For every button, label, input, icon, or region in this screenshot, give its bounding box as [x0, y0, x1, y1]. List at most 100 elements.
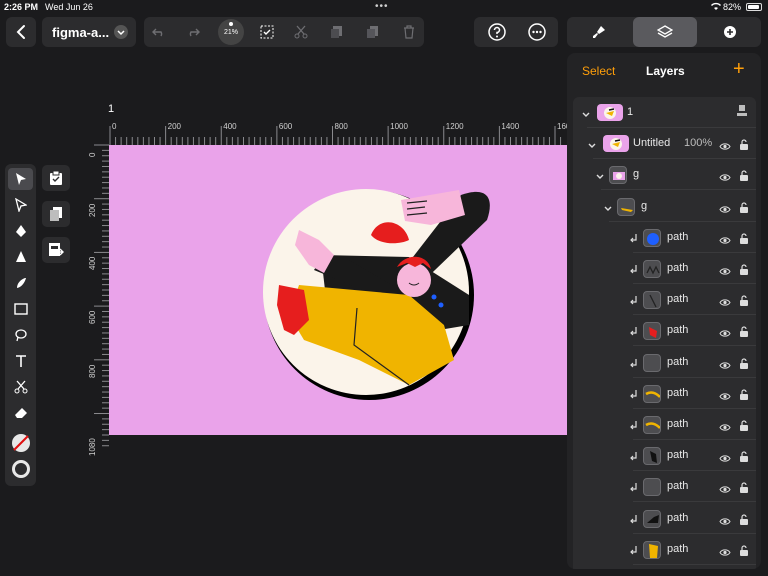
ruler-label: 400	[88, 257, 97, 271]
tool-rectangle[interactable]	[8, 298, 33, 320]
layer-row-path[interactable]: path	[573, 503, 756, 534]
layer-row-path[interactable]: path	[573, 378, 756, 409]
layer-row-group[interactable]: g	[573, 191, 756, 222]
eye-icon[interactable]	[719, 201, 731, 219]
tool-eraser[interactable]	[8, 402, 33, 424]
eye-icon[interactable]	[719, 388, 731, 406]
ruler-label: 800	[334, 122, 348, 131]
lock-icon[interactable]	[739, 543, 749, 561]
tool-select[interactable]	[8, 168, 33, 190]
layer-row-path[interactable]: path	[573, 534, 756, 565]
layer-thumbnail	[643, 447, 661, 466]
layer-row-path[interactable]: path	[573, 409, 756, 440]
lock-icon[interactable]	[739, 418, 749, 436]
question-icon	[488, 23, 506, 41]
fill-color-swatch[interactable]	[8, 432, 33, 454]
lock-icon[interactable]	[739, 137, 749, 155]
zoom-button[interactable]: 21%	[218, 19, 244, 45]
eye-icon[interactable]	[719, 294, 731, 312]
tool-brush[interactable]	[8, 272, 33, 294]
ruler-label: 200	[88, 203, 97, 217]
layer-row-artboard[interactable]: 1	[573, 97, 756, 128]
chevron-down-icon[interactable]	[587, 138, 597, 149]
layer-thumbnail	[609, 166, 627, 185]
undo-button[interactable]	[148, 21, 170, 43]
chevron-down-icon[interactable]	[603, 201, 613, 211]
artboard[interactable]	[109, 145, 567, 435]
artboard-settings-icon[interactable]	[736, 104, 748, 123]
layer-row-path[interactable]: path	[573, 440, 756, 472]
multitask-dots-icon[interactable]: •••	[375, 1, 389, 12]
copy-button[interactable]	[326, 21, 348, 43]
redo-button[interactable]	[182, 21, 204, 43]
eye-icon[interactable]	[719, 325, 731, 343]
tool-scissors[interactable]	[8, 376, 33, 398]
paste-button[interactable]	[362, 21, 384, 43]
tool-pen[interactable]	[8, 220, 33, 242]
layer-row-path[interactable]: path	[573, 222, 756, 253]
layer-row-path[interactable]: path	[573, 471, 756, 503]
eye-icon[interactable]	[719, 169, 731, 187]
tab-layers[interactable]	[633, 17, 697, 47]
lock-icon[interactable]	[739, 449, 749, 467]
layer-row-path[interactable]: path	[573, 253, 756, 284]
document-menu-button[interactable]: figma-a...	[42, 17, 136, 47]
eye-icon[interactable]	[719, 263, 731, 281]
tab-add[interactable]	[699, 17, 761, 47]
lock-icon[interactable]	[739, 387, 749, 405]
select-region-icon	[260, 25, 274, 39]
select-region-button[interactable]	[256, 21, 278, 43]
eye-icon[interactable]	[719, 450, 731, 468]
add-layer-button[interactable]: +	[733, 59, 745, 79]
eye-icon[interactable]	[719, 138, 731, 156]
layer-name: path	[667, 293, 689, 306]
layer-name: path	[667, 355, 689, 368]
tab-style[interactable]	[567, 17, 631, 47]
tool-text[interactable]	[8, 350, 33, 372]
lock-icon[interactable]	[739, 200, 749, 218]
cut-button[interactable]	[290, 21, 312, 43]
tool-lasso[interactable]	[8, 324, 33, 346]
lock-icon[interactable]	[739, 324, 749, 342]
duplicate-button[interactable]	[42, 201, 70, 227]
help-button[interactable]	[487, 22, 507, 47]
lock-icon[interactable]	[739, 512, 749, 530]
more-button[interactable]	[527, 22, 547, 47]
chevron-down-icon[interactable]	[595, 169, 605, 180]
layer-row-path[interactable]: path	[573, 284, 756, 316]
eye-icon[interactable]	[719, 357, 731, 375]
eye-icon[interactable]	[719, 232, 731, 250]
eye-icon[interactable]	[719, 419, 731, 437]
import-button[interactable]	[42, 237, 70, 263]
layer-thumbnail	[643, 509, 661, 528]
lock-icon[interactable]	[739, 480, 749, 498]
clip-mask-icon	[629, 544, 639, 562]
artboard-label[interactable]: 1	[108, 103, 114, 115]
delete-button[interactable]	[398, 21, 420, 43]
lock-icon[interactable]	[739, 356, 749, 374]
stroke-color-swatch[interactable]	[8, 458, 33, 480]
tool-vector[interactable]	[8, 246, 33, 268]
ruler-label: 1080	[88, 438, 97, 456]
clip-mask-icon	[629, 388, 639, 406]
layer-thumbnail	[643, 291, 661, 310]
lock-icon[interactable]	[739, 231, 749, 249]
layer-row-group[interactable]: g	[573, 159, 756, 191]
layer-row-path[interactable]: path	[573, 315, 756, 347]
lock-icon[interactable]	[739, 168, 749, 186]
lock-icon[interactable]	[739, 293, 749, 311]
eye-icon[interactable]	[719, 513, 731, 531]
battery-icon	[746, 3, 762, 11]
ruler-label: 1200	[445, 122, 464, 131]
layer-row-group[interactable]: Untitled 100%	[573, 128, 756, 160]
back-button[interactable]	[6, 17, 36, 47]
eye-icon[interactable]	[719, 481, 731, 499]
tool-direct-select[interactable]	[8, 194, 33, 216]
chevron-down-icon[interactable]	[581, 107, 591, 117]
paste-in-place-button[interactable]	[42, 165, 70, 191]
redo-icon	[189, 28, 200, 37]
select-button[interactable]: Select	[582, 64, 615, 78]
lock-icon[interactable]	[739, 262, 749, 280]
layer-row-path[interactable]: path	[573, 347, 756, 378]
eye-icon[interactable]	[719, 544, 731, 562]
